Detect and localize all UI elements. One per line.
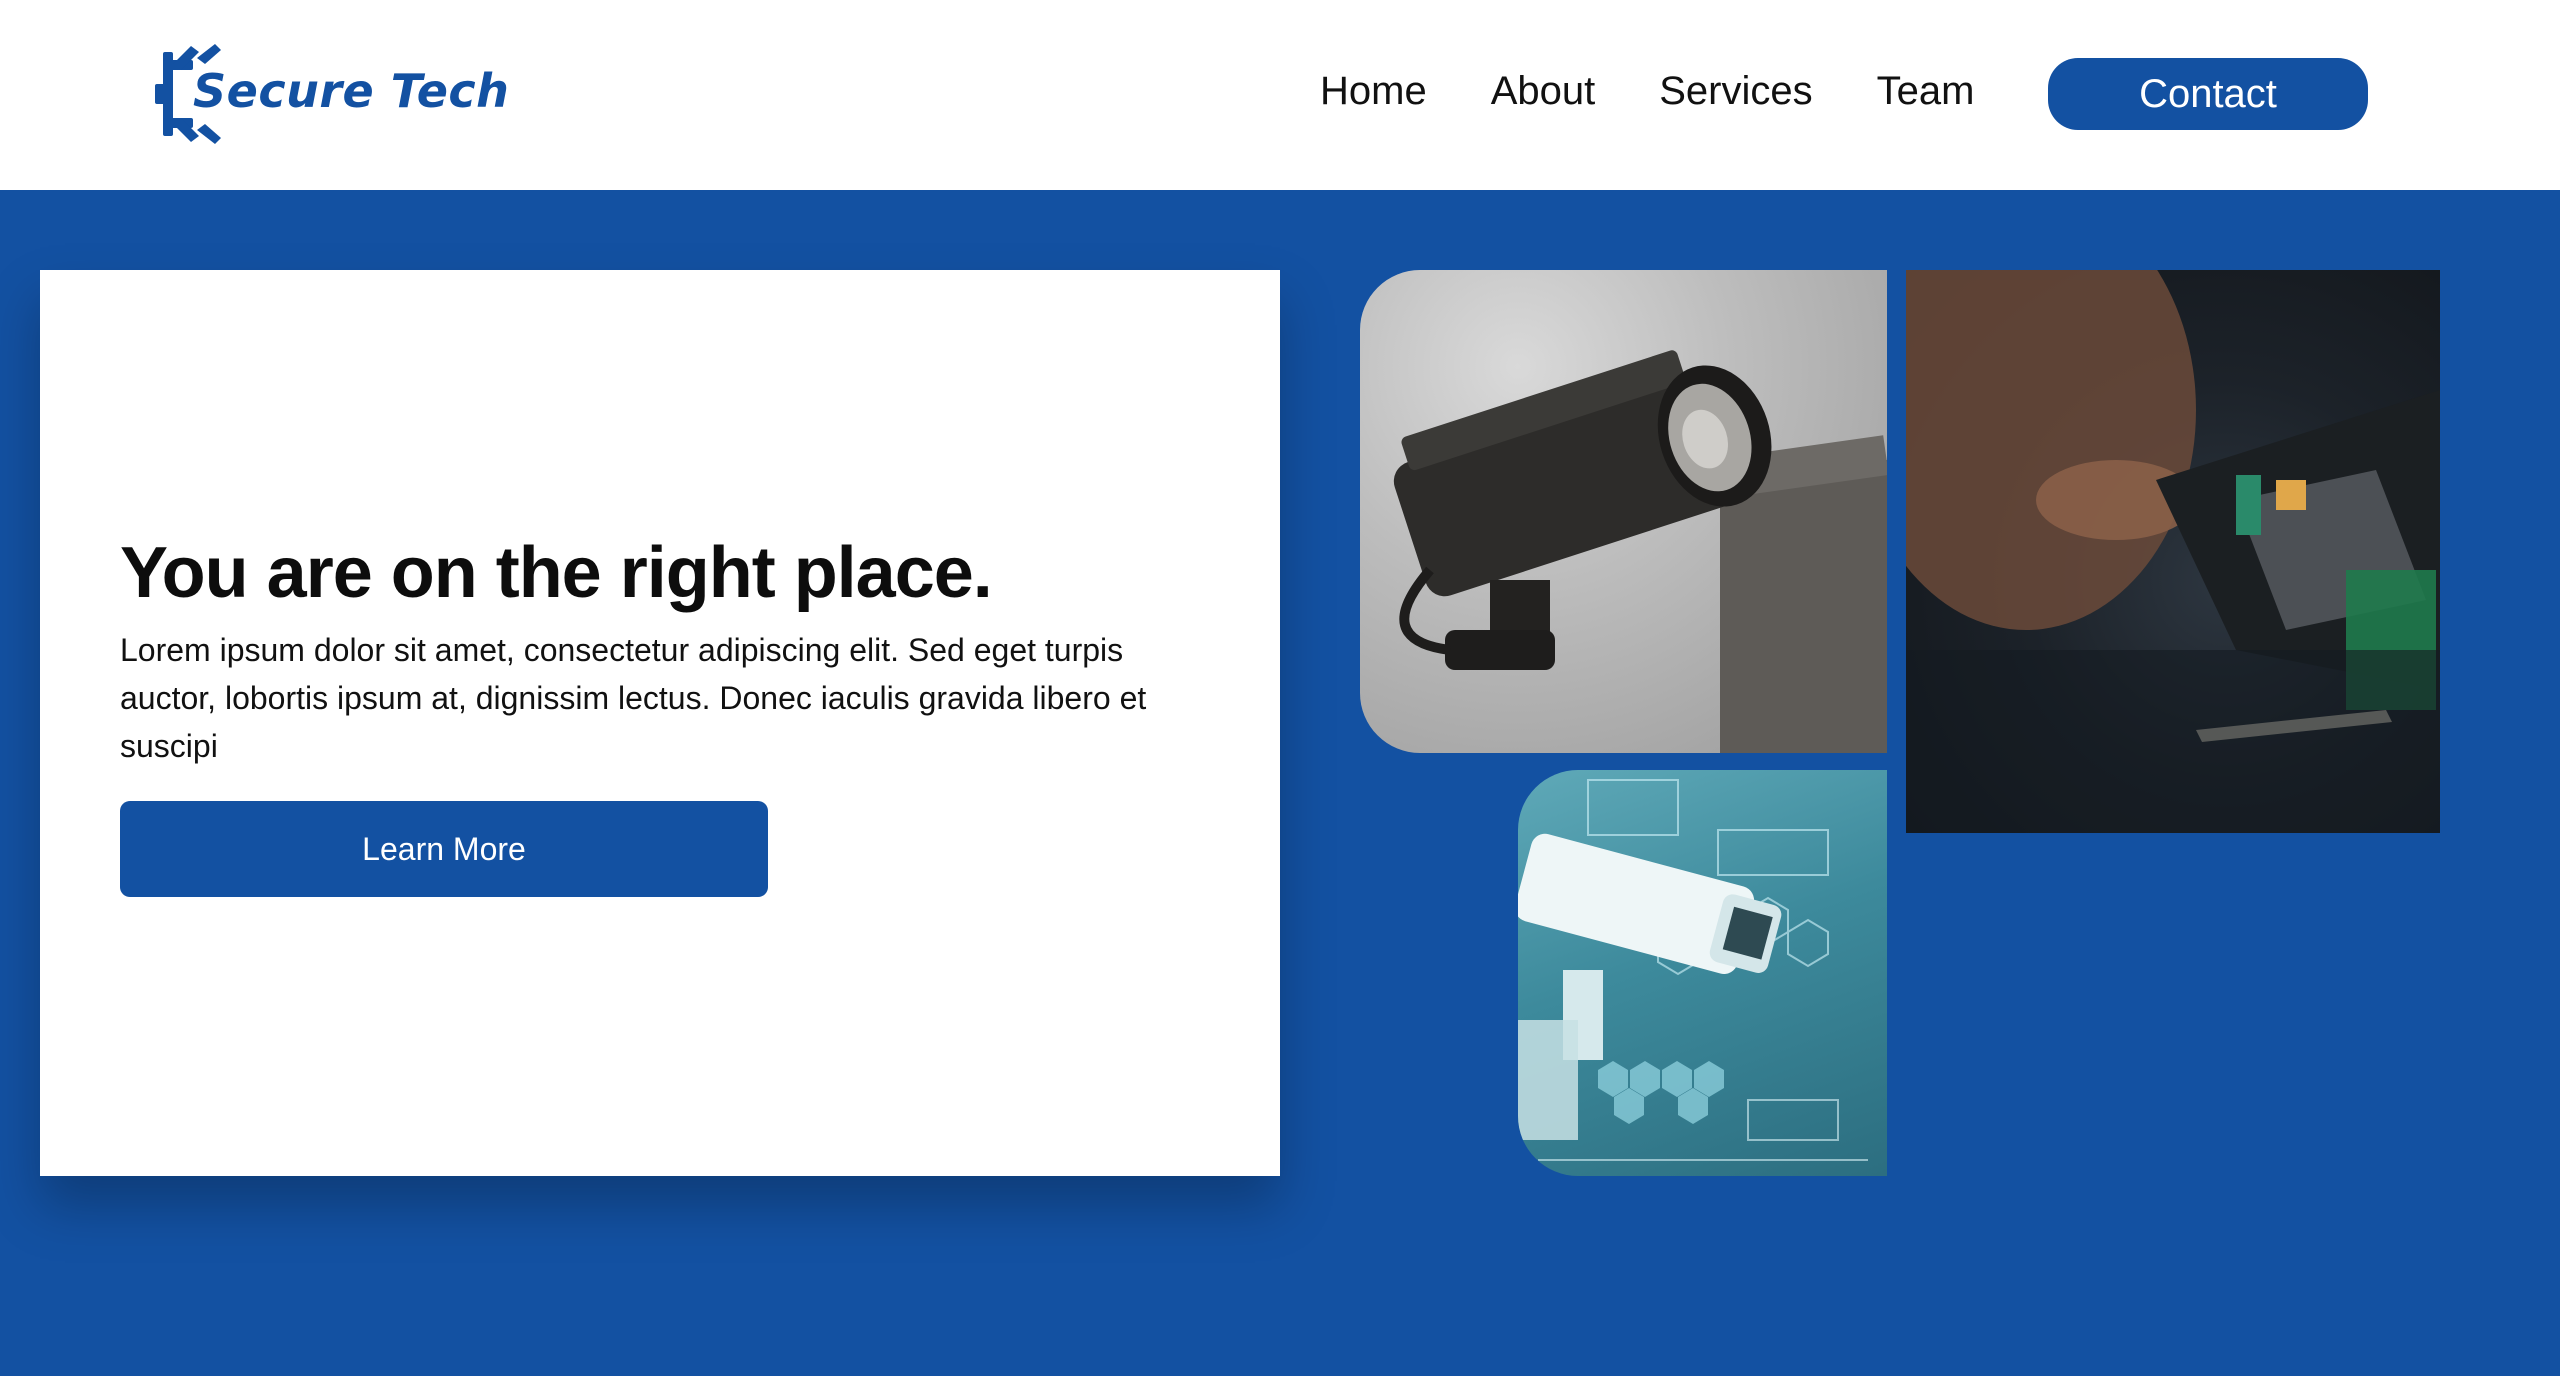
logo-text: Secure Tech (193, 64, 510, 118)
nav-home[interactable]: Home (1320, 69, 1427, 114)
cctv-camera-illustration (1393, 350, 1887, 753)
cctv-camera-image (1360, 270, 1887, 753)
hero-card: You are on the right place. Lorem ipsum … (40, 270, 1280, 1176)
hero-description: Lorem ipsum dolor sit amet, consectetur … (120, 632, 1147, 764)
surveillance-camera-illustration (1518, 779, 1868, 1161)
contact-button[interactable]: Contact (2048, 58, 2368, 130)
nav-about[interactable]: About (1491, 69, 1596, 114)
nav-team[interactable]: Team (1877, 69, 1975, 114)
main-nav: Home About Services Team (1320, 56, 2038, 126)
electronics-repair-image (1906, 270, 2440, 833)
hero-title: You are on the right place. (120, 533, 993, 613)
site-header: Secure Tech Home About Services Team Con… (0, 0, 2560, 190)
logo[interactable]: Secure Tech (155, 44, 509, 144)
surveillance-camera-image (1518, 770, 1887, 1176)
learn-more-button[interactable]: Learn More (120, 801, 768, 897)
electronics-repair-illustration (1906, 270, 2440, 833)
nav-services[interactable]: Services (1659, 69, 1812, 114)
